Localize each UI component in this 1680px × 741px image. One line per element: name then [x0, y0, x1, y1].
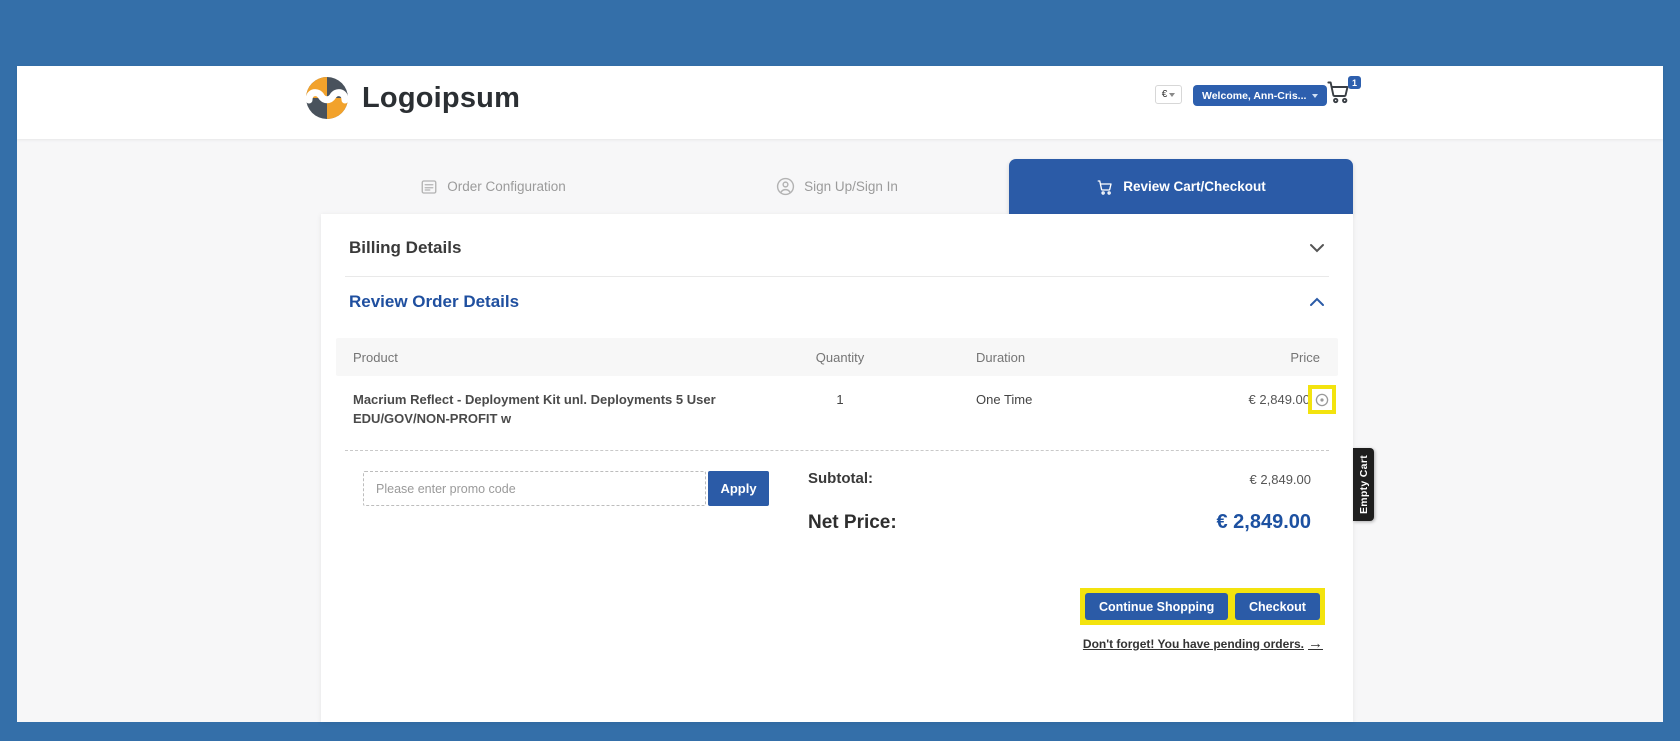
row-divider: [345, 450, 1329, 451]
product-price: € 2,849.00: [1249, 392, 1310, 407]
logo[interactable]: Logoipsum: [304, 75, 520, 121]
net-price-value: € 2,849.00: [1216, 511, 1311, 534]
user-icon: [776, 177, 795, 196]
column-product: Product: [353, 338, 398, 376]
continue-shopping-highlight: Continue Shopping: [1080, 588, 1233, 625]
column-quantity: Quantity: [790, 338, 890, 376]
column-price: Price: [1290, 338, 1320, 376]
column-duration: Duration: [976, 338, 1025, 376]
review-order-title: Review Order Details: [349, 292, 519, 312]
product-duration: One Time: [976, 392, 1032, 407]
checkout-highlight: Checkout: [1230, 588, 1325, 625]
order-form-icon: [420, 178, 438, 196]
chevron-down-icon: [1312, 94, 1318, 98]
net-price-label: Net Price:: [808, 512, 897, 534]
product-name: Macrium Reflect - Deployment Kit unl. De…: [353, 390, 773, 428]
checkout-card: Billing Details Review Order Details Pro…: [321, 214, 1353, 722]
chevron-down-icon[interactable]: [1309, 243, 1325, 253]
chevron-down-icon: [1169, 93, 1175, 97]
empty-cart-label: Empty Cart: [1358, 455, 1370, 514]
cart-icon: [1096, 178, 1114, 196]
arrow-right-icon: →: [1308, 635, 1323, 652]
billing-details-accordion[interactable]: Billing Details: [349, 228, 1325, 268]
currency-symbol: €: [1162, 89, 1168, 100]
tab-label: Sign Up/Sign In: [804, 179, 898, 194]
currency-selector[interactable]: €: [1155, 85, 1182, 104]
tab-label: Review Cart/Checkout: [1123, 179, 1266, 194]
continue-shopping-button[interactable]: Continue Shopping: [1085, 593, 1228, 620]
account-menu-label: Welcome, Ann-Cris...: [1202, 90, 1306, 102]
cart-button[interactable]: 1: [1325, 78, 1361, 110]
pending-orders-text: Don't forget! You have pending orders.: [1083, 637, 1304, 651]
site-content: Logoipsum € Welcome, Ann-Cris... 1: [17, 66, 1663, 722]
cart-count-badge: 1: [1348, 76, 1361, 89]
account-menu-button[interactable]: Welcome, Ann-Cris...: [1193, 85, 1327, 106]
billing-details-title: Billing Details: [349, 238, 461, 258]
chevron-up-icon[interactable]: [1309, 297, 1325, 307]
product-quantity: 1: [790, 392, 890, 407]
review-order-accordion[interactable]: Review Order Details: [349, 282, 1325, 322]
tab-review-cart-checkout[interactable]: Review Cart/Checkout: [1009, 159, 1353, 214]
blue-frame: Logoipsum € Welcome, Ann-Cris... 1: [0, 0, 1680, 741]
checkout-button[interactable]: Checkout: [1235, 593, 1320, 620]
order-table-header: Product Quantity Duration Price: [336, 338, 1338, 376]
subtotal-value: € 2,849.00: [1250, 472, 1311, 487]
empty-cart-button[interactable]: Empty Cart: [1353, 448, 1374, 521]
apply-promo-button[interactable]: Apply: [708, 471, 769, 506]
site-header: Logoipsum € Welcome, Ann-Cris... 1: [17, 66, 1663, 139]
tab-sign-up-sign-in[interactable]: Sign Up/Sign In: [665, 159, 1009, 214]
section-divider: [345, 276, 1329, 277]
subtotal-label: Subtotal:: [808, 470, 873, 487]
remove-item-highlight: [1308, 385, 1336, 414]
tab-order-configuration[interactable]: Order Configuration: [321, 159, 665, 214]
remove-item-icon[interactable]: [1315, 393, 1329, 407]
tab-label: Order Configuration: [447, 179, 566, 194]
product-name-line2: EDU/GOV/NON-PROFIT w: [353, 409, 773, 428]
logo-icon: [304, 75, 350, 121]
logo-text: Logoipsum: [362, 82, 520, 115]
pending-orders-link[interactable]: Don't forget! You have pending orders. →: [1083, 635, 1323, 652]
checkout-steps: Order Configuration Sign Up/Sign In: [321, 159, 1353, 214]
promo-code-input[interactable]: [363, 471, 706, 506]
product-name-line1: Macrium Reflect - Deployment Kit unl. De…: [353, 390, 773, 409]
